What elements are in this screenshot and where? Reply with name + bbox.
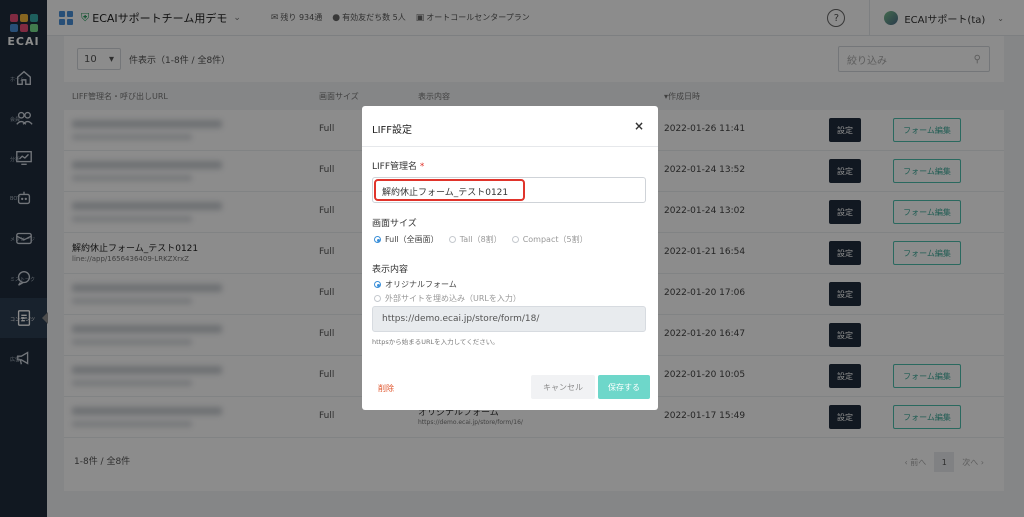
cancel-button[interactable]: キャンセル <box>531 375 595 399</box>
radio-full[interactable] <box>374 236 381 243</box>
liff-name-input[interactable]: 解約休止フォーム_テスト0121 <box>372 177 646 203</box>
url-input[interactable]: https://demo.ecai.jp/store/form/18/ <box>372 306 646 332</box>
radio-tall-label[interactable]: Tall（8割） <box>460 234 502 245</box>
modal-title: LIFF設定 <box>372 125 413 136</box>
display-content-label: 表示内容 <box>372 265 409 275</box>
divider <box>362 146 658 147</box>
radio-tall[interactable] <box>448 236 456 243</box>
delete-button[interactable]: 削除 <box>378 383 394 394</box>
radio-compact[interactable] <box>511 236 519 243</box>
liff-name-label: LIFF管理名 * <box>372 162 425 172</box>
radio-original-label[interactable]: オリジナルフォーム <box>385 279 457 290</box>
content-radio-external: 外部サイトを埋め込み（URLを入力） <box>374 293 521 304</box>
close-icon[interactable]: × <box>634 119 644 133</box>
radio-compact-label[interactable]: Compact（5割） <box>523 234 588 245</box>
radio-full-label[interactable]: Full（全画面） <box>385 234 439 245</box>
radio-external-site[interactable] <box>374 295 381 302</box>
required-mark: * <box>419 162 425 172</box>
url-help-text: httpsから始まるURLを入力してください。 <box>372 338 499 346</box>
screen-size-label: 画面サイズ <box>372 219 417 229</box>
screen-size-radios: Full（全画面） Tall（8割） Compact（5割） <box>374 234 588 245</box>
liff-name-value: 解約休止フォーム_テスト0121 <box>382 188 509 198</box>
liff-settings-modal: LIFF設定 × LIFF管理名 * 解約休止フォーム_テスト0121 画面サイ… <box>362 106 658 410</box>
radio-original-form[interactable] <box>374 281 381 288</box>
content-radio-original: オリジナルフォーム <box>374 279 457 290</box>
save-button[interactable]: 保存する <box>598 375 650 399</box>
radio-external-label[interactable]: 外部サイトを埋め込み（URLを入力） <box>385 293 521 304</box>
